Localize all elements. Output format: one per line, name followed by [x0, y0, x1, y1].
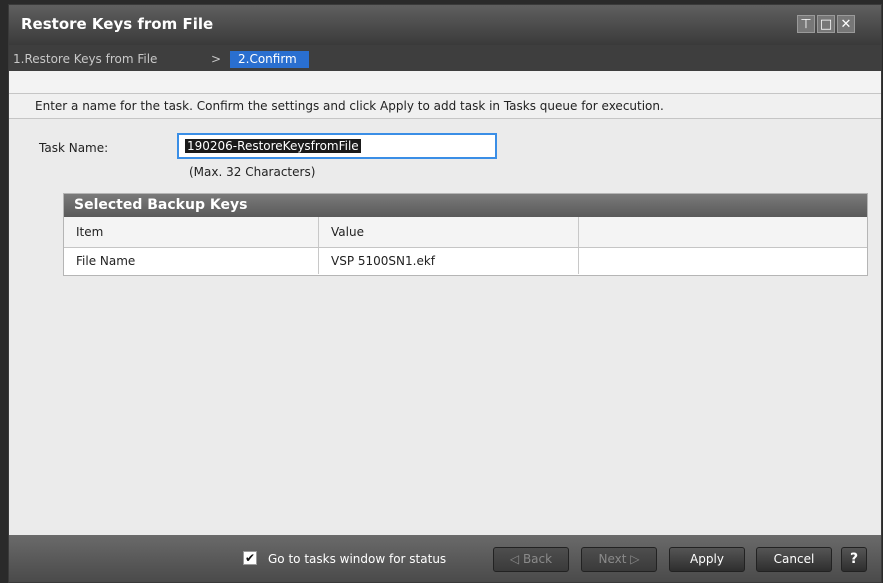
task-name-hint: (Max. 32 Characters) — [189, 165, 316, 179]
column-header-value[interactable]: Value — [319, 217, 579, 247]
dialog-window: Restore Keys from File ⊤ □ ✕ 1.Restore K… — [8, 4, 882, 583]
panel-header: Selected Backup Keys — [64, 194, 867, 217]
cell-empty — [579, 248, 867, 274]
apply-button[interactable]: Apply — [669, 547, 745, 572]
instructions-text: Enter a name for the task. Confirm the s… — [35, 99, 664, 113]
back-button[interactable]: ◁ Back — [493, 547, 569, 572]
cancel-button[interactable]: Cancel — [756, 547, 832, 572]
breadcrumb-separator: > — [211, 52, 222, 66]
footer-bar: ✔ Go to tasks window for status ◁ Back N… — [9, 535, 881, 582]
selected-backup-keys-panel: Selected Backup Keys Item Value File Nam… — [63, 193, 868, 276]
instructions-bar: Enter a name for the task. Confirm the s… — [9, 93, 881, 119]
table-header-row: Item Value — [64, 217, 867, 248]
column-header-empty — [579, 217, 867, 247]
panel-title: Selected Backup Keys — [74, 197, 248, 213]
step-restore-keys[interactable]: 1.Restore Keys from File — [13, 52, 157, 66]
dialog-title: Restore Keys from File — [21, 15, 214, 33]
table-row[interactable]: File Name VSP 5100SN1.ekf — [64, 248, 867, 274]
wizard-breadcrumb: 1.Restore Keys from File > 2.Confirm — [9, 45, 881, 71]
maximize-icon[interactable]: □ — [817, 15, 835, 33]
task-name-value: 190206-RestoreKeysfromFile — [185, 139, 361, 153]
go-to-tasks-checkbox[interactable]: ✔ — [243, 551, 257, 565]
restore-icon[interactable]: ⊤ — [797, 15, 815, 33]
step-confirm: 2.Confirm — [230, 51, 309, 68]
column-header-item[interactable]: Item — [64, 217, 319, 247]
spacer — [9, 71, 881, 93]
help-icon[interactable]: ? — [841, 547, 867, 572]
cell-item: File Name — [64, 248, 319, 274]
go-to-tasks-label[interactable]: Go to tasks window for status — [268, 552, 446, 566]
task-name-input[interactable]: 190206-RestoreKeysfromFile — [177, 133, 497, 159]
next-button[interactable]: Next ▷ — [581, 547, 657, 572]
close-icon[interactable]: ✕ — [837, 15, 855, 33]
cell-value: VSP 5100SN1.ekf — [319, 248, 579, 274]
title-bar: Restore Keys from File ⊤ □ ✕ — [9, 5, 881, 45]
task-name-label: Task Name: — [39, 141, 109, 155]
